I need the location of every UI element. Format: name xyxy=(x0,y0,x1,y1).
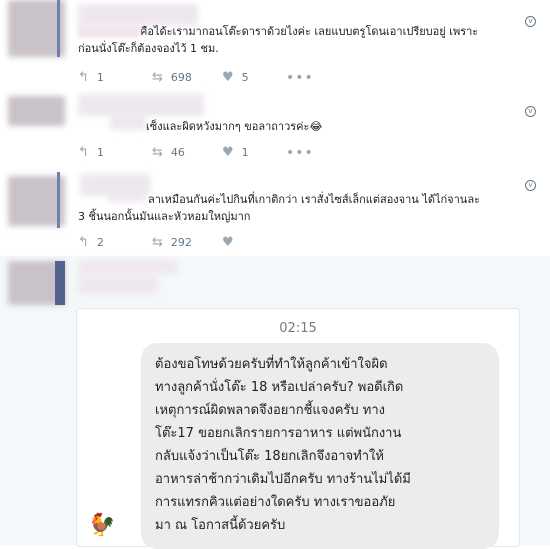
username[interactable] xyxy=(78,260,178,274)
chat-line: กลับแจ้งว่าเป็นโต๊ะ 18ยกเลิกจึงอาจทำให้ xyxy=(155,449,384,464)
username-secondary xyxy=(110,114,146,130)
redacted-mention xyxy=(78,24,140,38)
like-button[interactable]: ♥ 5 xyxy=(222,70,249,85)
chat-line: โต๊ะ17 ขอยกเลิกรายการอาหาร แต่พนักงาน xyxy=(155,426,402,441)
tweet-3: v ลาเหมือนกันค่ะไปกินที่เกาติกว่า เราสั่… xyxy=(0,172,550,257)
heart-icon: ♥ xyxy=(222,70,234,85)
chat-message-bubble: ต้องขอโทษด้วยครับที่ทำให้ลูกค้าเข้าใจผิด… xyxy=(141,343,499,549)
tweet-text: ลาเหมือนกันค่ะไปกินที่เกาติกว่า เราสั่งไ… xyxy=(78,193,480,223)
heart-icon: ♥ xyxy=(222,235,234,250)
retweet-icon: ⇆ xyxy=(152,235,163,250)
chevron-down-icon[interactable]: v xyxy=(525,180,536,191)
chat-line: เหตุการณ์ผิดพลาดจึงอยากชี้แจงครับ ทาง xyxy=(155,403,386,418)
retweet-button[interactable]: ⇆ 292 xyxy=(152,235,192,250)
retweet-icon: ⇆ xyxy=(152,70,163,85)
tweet-1-divider xyxy=(57,0,60,57)
chevron-down-icon[interactable]: v xyxy=(525,16,536,27)
reply-icon: ↰ xyxy=(78,70,89,85)
more-icon[interactable]: ••• xyxy=(286,70,314,86)
reply-icon: ↰ xyxy=(78,235,89,250)
reply-button[interactable]: ↰ 1 xyxy=(78,145,104,160)
retweet-button[interactable]: ⇆ 698 xyxy=(152,70,192,85)
chat-line: การแทรกคิวแต่อย่างใดครับ ทางเราขออภัย xyxy=(155,495,396,510)
reply-button[interactable]: ↰ 2 xyxy=(78,235,104,250)
reply-button[interactable]: ↰ 1 xyxy=(78,70,104,85)
tweet-3-divider xyxy=(57,172,60,228)
reply-icon: ↰ xyxy=(78,145,89,160)
retweet-icon: ⇆ xyxy=(152,145,163,160)
avatar-divider xyxy=(55,261,65,305)
chat-line: ต้องขอโทษด้วยครับที่ทำให้ลูกค้าเข้าใจผิด xyxy=(155,357,388,372)
like-button[interactable]: ♥ xyxy=(222,235,242,250)
tweet-2: v เซ็งและผิดหวังมากๆ ขอลาถาวรค่ะ😂 ↰ 1 ⇆ 46… xyxy=(0,90,550,173)
username-secondary xyxy=(78,276,158,294)
username[interactable] xyxy=(78,94,204,116)
like-button[interactable]: ♥ 1 xyxy=(222,145,249,160)
heart-icon: ♥ xyxy=(222,145,234,160)
chicken-logo-icon: 🐓 xyxy=(85,508,119,542)
retweet-button[interactable]: ⇆ 46 xyxy=(152,145,185,160)
chat-line: ทางลูกค้านั่งโต๊ะ 18 หรือเปล่าครับ? พอดี… xyxy=(155,380,404,395)
avatar[interactable] xyxy=(8,96,65,126)
chat-line: มา ณ โอกาสนี้ด้วยครับ xyxy=(155,518,286,533)
chat-line: อาหารล่าช้ากว่าเดิมไปอีกครับ ทางร้านไม่ไ… xyxy=(155,472,411,487)
chevron-down-icon[interactable]: v xyxy=(525,106,536,117)
chat-screenshot: 02:15 ต้องขอโทษด้วยครับที่ทำให้ลูกค้าเข้… xyxy=(76,308,520,549)
more-icon[interactable]: ••• xyxy=(286,145,314,161)
chat-time: 02:15 xyxy=(279,321,317,336)
tweet-text: เซ็งและผิดหวังมากๆ ขอลาถาวรค่ะ😂 xyxy=(146,120,323,133)
tweet-1: v คือได้ะเรามากอนโต๊ะดาราด้วยไงค่ะ เลยแบ… xyxy=(0,0,550,91)
tweet-text: คือได้ะเรามากอนโต๊ะดาราด้วยไงค่ะ เลยแบบต… xyxy=(78,24,479,55)
